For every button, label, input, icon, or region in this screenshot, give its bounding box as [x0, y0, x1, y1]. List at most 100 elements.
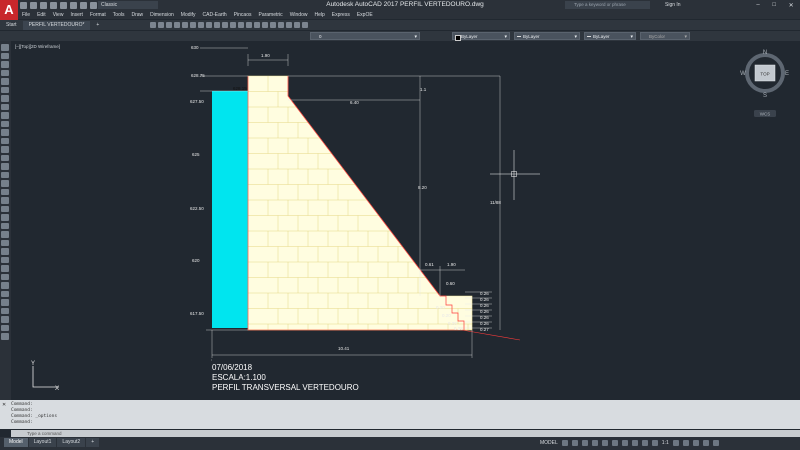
- cut-icon[interactable]: [262, 22, 268, 28]
- copy-icon[interactable]: [246, 22, 252, 28]
- construction-line-icon[interactable]: [1, 52, 9, 59]
- viewcube[interactable]: TOP N S E W WCS: [740, 45, 795, 125]
- autocad-logo-icon[interactable]: A: [0, 0, 18, 20]
- new-file-icon[interactable]: [20, 1, 27, 9]
- model-space-button[interactable]: MODEL: [540, 440, 558, 446]
- point-icon[interactable]: [1, 154, 9, 161]
- redo-icon[interactable]: [80, 1, 87, 9]
- block-icon[interactable]: [270, 22, 276, 28]
- menu-parametric[interactable]: Parametric: [259, 12, 283, 18]
- close-button[interactable]: ✕: [789, 2, 794, 9]
- compass-e[interactable]: E: [785, 71, 789, 77]
- menu-modify[interactable]: Modify: [181, 12, 196, 18]
- pan-icon[interactable]: [150, 22, 156, 28]
- dim-style-icon[interactable]: [294, 22, 300, 28]
- print-icon[interactable]: [60, 1, 67, 9]
- erase-icon[interactable]: [1, 205, 9, 212]
- snap-icon[interactable]: [571, 440, 578, 446]
- new-layout-button[interactable]: +: [86, 438, 100, 447]
- revcloud-icon[interactable]: [1, 103, 9, 110]
- ortho-icon[interactable]: [581, 440, 588, 446]
- zoom-window-icon[interactable]: [166, 22, 172, 28]
- zoom-icon[interactable]: [158, 22, 164, 28]
- calculator-icon[interactable]: [222, 22, 228, 28]
- zoom-previous-icon[interactable]: [174, 22, 180, 28]
- sign-in-button[interactable]: Sign In: [665, 0, 681, 10]
- menu-express[interactable]: Express: [332, 12, 350, 18]
- hatch-icon[interactable]: [1, 163, 9, 170]
- layer-icon[interactable]: [230, 22, 236, 28]
- minimize-button[interactable]: –: [756, 2, 759, 8]
- open-file-icon[interactable]: [30, 1, 37, 9]
- command-input[interactable]: Type a command: [11, 430, 800, 437]
- save-icon[interactable]: [40, 1, 47, 9]
- line-icon[interactable]: [1, 44, 9, 51]
- compass-n[interactable]: N: [763, 50, 767, 56]
- compass-w[interactable]: W: [740, 71, 746, 77]
- menu-format[interactable]: Format: [90, 12, 106, 18]
- linetype-dropdown[interactable]: ByLayer: [514, 32, 580, 41]
- explode-icon[interactable]: [1, 333, 9, 340]
- menu-expoe[interactable]: ExpOE: [357, 12, 373, 18]
- drawing-canvas[interactable]: 630 628.75 627.50 625 622.50 620 617.50 …: [11, 41, 800, 400]
- new-tab-button[interactable]: +: [90, 20, 106, 30]
- annotation-scale[interactable]: 1:1: [662, 440, 669, 446]
- transparency-icon[interactable]: [631, 440, 638, 446]
- menu-window[interactable]: Window: [290, 12, 308, 18]
- clean-screen-icon[interactable]: [702, 440, 709, 446]
- selection-cycling-icon[interactable]: [641, 440, 648, 446]
- menu-help[interactable]: Help: [314, 12, 324, 18]
- table-style-icon[interactable]: [302, 22, 308, 28]
- polyline-icon[interactable]: [1, 61, 9, 68]
- markup-icon[interactable]: [214, 22, 220, 28]
- tab-layout2[interactable]: Layout2: [57, 438, 86, 447]
- isolate-objects-icon[interactable]: [682, 440, 689, 446]
- menu-view[interactable]: View: [53, 12, 64, 18]
- make-block-icon[interactable]: [1, 146, 9, 153]
- ellipse-icon[interactable]: [1, 120, 9, 127]
- chamfer-icon[interactable]: [1, 316, 9, 323]
- fillet-icon[interactable]: [1, 324, 9, 331]
- move-icon[interactable]: [1, 248, 9, 255]
- rotate-icon[interactable]: [1, 256, 9, 263]
- scale-icon[interactable]: [1, 265, 9, 272]
- lineweight-toggle-icon[interactable]: [621, 440, 628, 446]
- rectangle-icon[interactable]: [1, 78, 9, 85]
- menu-file[interactable]: File: [22, 12, 30, 18]
- otrack-icon[interactable]: [611, 440, 618, 446]
- osnap-icon[interactable]: [601, 440, 608, 446]
- properties-icon[interactable]: [182, 22, 188, 28]
- break-icon[interactable]: [1, 299, 9, 306]
- arc-icon[interactable]: [1, 86, 9, 93]
- hardware-acceleration-icon[interactable]: [692, 440, 699, 446]
- extend-icon[interactable]: [1, 290, 9, 297]
- menu-edit[interactable]: Edit: [37, 12, 46, 18]
- array-icon[interactable]: [1, 239, 9, 246]
- search-input[interactable]: Type a keyword or phrase: [565, 1, 650, 9]
- table-icon[interactable]: [1, 188, 9, 195]
- tab-perfil-vertedouro[interactable]: PERFIL VERTEDOURO*: [22, 20, 91, 30]
- trim-icon[interactable]: [1, 282, 9, 289]
- tab-model[interactable]: Model: [4, 438, 28, 447]
- workspace-dropdown[interactable]: Classic: [98, 1, 158, 9]
- tab-layout1[interactable]: Layout1: [28, 438, 57, 447]
- tab-start[interactable]: Start: [0, 20, 23, 30]
- join-icon[interactable]: [1, 307, 9, 314]
- undo-icon[interactable]: [70, 1, 77, 9]
- insert-block-icon[interactable]: [1, 137, 9, 144]
- menu-dimension[interactable]: Dimension: [150, 12, 174, 18]
- ellipse-arc-icon[interactable]: [1, 129, 9, 136]
- menu-tools[interactable]: Tools: [113, 12, 125, 18]
- customization-icon[interactable]: [712, 440, 719, 446]
- menu-insert[interactable]: Insert: [70, 12, 83, 18]
- polar-icon[interactable]: [591, 440, 598, 446]
- share-icon[interactable]: [90, 1, 97, 9]
- compass-s[interactable]: S: [763, 93, 767, 99]
- region-icon[interactable]: [1, 180, 9, 187]
- menu-draw[interactable]: Draw: [131, 12, 143, 18]
- mtext-icon[interactable]: [1, 197, 9, 204]
- plotstyle-dropdown[interactable]: ByColor: [640, 32, 690, 41]
- offset-icon[interactable]: [1, 231, 9, 238]
- lineweight-dropdown[interactable]: ByLayer: [584, 32, 636, 41]
- menu-cad-earth[interactable]: CAD-Earth: [203, 12, 227, 18]
